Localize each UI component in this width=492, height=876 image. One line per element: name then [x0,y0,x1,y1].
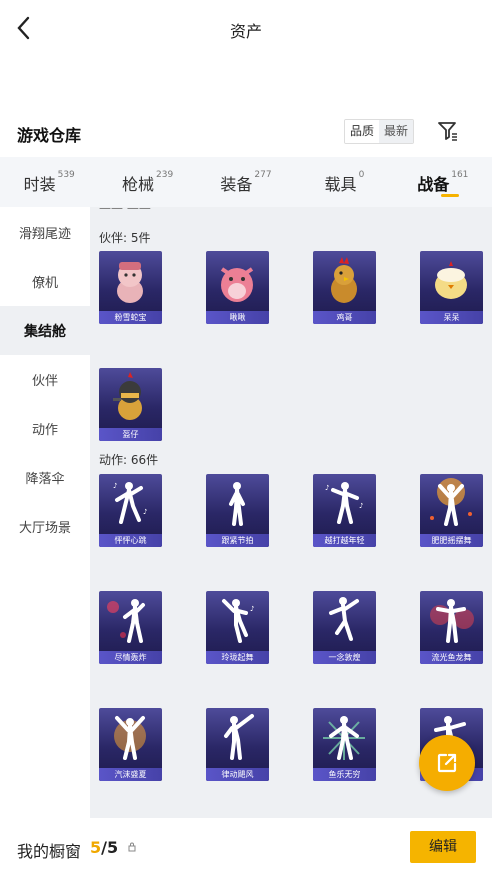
external-link-icon [437,753,457,773]
item-name: 尽情轰炸 [99,651,162,664]
item-name: 肥肥摇摆舞 [420,534,483,547]
partner-helmet-duck-figure [113,372,142,420]
svg-text:♪: ♪ [143,508,147,516]
sort-latest-button[interactable]: 最新 [379,120,414,143]
item-card[interactable]: 尽情轰炸 [99,591,162,664]
sidebar-item-lobby-scene[interactable]: 大厅场景 [0,502,90,551]
tab-label: 枪械 [122,175,155,194]
dancer-silhouette [329,597,359,641]
tab-count: 239 [156,170,174,180]
cut-off-section-header: —— —— [99,207,151,215]
tab-count: 539 [57,170,75,180]
item-name: 怦怦心跳 [99,534,162,547]
tab-battle-gear[interactable]: 战备 161 [394,157,492,207]
sort-toggle: 品质 最新 [344,119,415,144]
dancer-silhouette: ♪♪ [325,482,363,524]
sidebar: 滑翔尾迹 僚机 集结舱 伙伴 动作 降落伞 大厅场景 [0,207,90,818]
item-card[interactable]: 盔仔 [99,368,162,441]
tab-count: 277 [254,170,272,180]
tab-label: 战备 [417,175,450,194]
category-tabs: 时装 539 枪械 239 装备 277 载具 0 战备 161 [0,157,492,207]
sidebar-item-partners[interactable]: 伙伴 [0,355,90,404]
partner-chicken-figure [331,257,357,303]
dancer-silhouette: ♪♪ [113,482,147,524]
item-name: 跟紧节拍 [206,534,269,547]
sidebar-item-assembly-pod[interactable]: 集结舱 [0,306,90,355]
item-card[interactable]: 呆呆 [420,251,483,324]
item-panel: —— —— 伙伴: 5件 粉雪蛇宝 啾啾 鸡哥 呆呆 盔仔 动作: 66件 ♪ ♪… [90,207,492,818]
tab-count: 0 [358,170,365,180]
item-card[interactable]: 跟紧节拍 [206,474,269,547]
item-name: 鱼乐无穷 [313,768,376,781]
item-card[interactable]: 律动飓风 [206,708,269,781]
item-card[interactable]: ♪ 玲珑起舞 [206,591,269,664]
dancer-silhouette [430,478,472,526]
filter-button[interactable] [436,119,460,143]
item-name: 越打越年轻 [313,534,376,547]
share-button[interactable] [419,735,475,791]
partner-pink-snake-figure [117,262,143,303]
tab-equipment[interactable]: 装备 277 [197,157,295,207]
edit-button[interactable]: 编辑 [410,831,476,863]
partner-pink-bird-figure [220,267,254,302]
partner-chick-figure [435,261,467,299]
item-name: 啾啾 [206,311,269,324]
warehouse-title: 游戏仓库 [17,126,82,145]
item-name: 汽沫盛夏 [99,768,162,781]
tab-vehicles[interactable]: 载具 0 [295,157,393,207]
item-card[interactable]: ♪ ♪ 怦怦心跳 [99,474,162,547]
page-title: 资产 [229,22,262,41]
sidebar-item-wingman[interactable]: 僚机 [0,257,90,306]
lock-icon [128,842,136,852]
tab-label: 时装 [23,175,56,194]
item-name: 鸡哥 [313,311,376,324]
item-card[interactable]: 鸡哥 [313,251,376,324]
dancer-silhouette [430,599,474,643]
tab-count: 161 [451,170,469,180]
item-card[interactable]: 汽沫盛夏 [99,708,162,781]
tab-label: 载具 [324,175,357,194]
dancer-silhouette [229,482,245,526]
item-card[interactable]: 粉雪蛇宝 [99,251,162,324]
sidebar-item-glide-trail[interactable]: 滑翔尾迹 [0,208,90,257]
item-card[interactable]: 一念敦煌 [313,591,376,664]
item-name: 流光鱼龙舞 [420,651,483,664]
svg-text:♪: ♪ [250,605,254,613]
showcase-total: 5 [106,838,119,857]
item-name: 粉雪蛇宝 [99,311,162,324]
item-name: 盔仔 [99,428,162,441]
item-card[interactable]: ♪ ♪ 越打越年轻 [313,474,376,547]
item-card[interactable]: 啾啾 [206,251,269,324]
active-tab-indicator [440,194,459,197]
sidebar-item-actions[interactable]: 动作 [0,404,90,453]
item-name: 律动飓风 [206,768,269,781]
filter-icon [438,122,457,141]
partners-section-header: 伙伴: 5件 [99,231,151,245]
actions-section-header: 动作: 66件 [99,453,159,467]
tab-guns[interactable]: 枪械 239 [98,157,196,207]
svg-text:♪: ♪ [325,484,329,492]
dancer-silhouette [107,599,145,643]
showcase-count: 5/5 [90,838,118,857]
sidebar-item-parachute[interactable]: 降落伞 [0,453,90,502]
dancer-silhouette [114,716,146,760]
sort-quality-button[interactable]: 品质 [345,120,380,143]
item-card[interactable]: 流光鱼龙舞 [420,591,483,664]
dancer-silhouette: ♪ [222,599,254,643]
svg-text:♪: ♪ [359,502,363,510]
showcase-label: 我的橱窗 [17,842,82,861]
svg-text:♪: ♪ [113,482,117,490]
item-card[interactable]: 肥肥摇摆舞 [420,474,483,547]
dancer-silhouette [224,714,254,760]
item-name: 一念敦煌 [313,651,376,664]
tab-fashion[interactable]: 时装 539 [0,157,98,207]
item-name: 玲珑起舞 [206,651,269,664]
tab-label: 装备 [220,175,253,194]
item-name: 呆呆 [420,311,483,324]
showcase-current: 5 [90,838,102,857]
item-card[interactable]: 鱼乐无穷 [313,708,376,781]
dancer-silhouette [323,716,365,760]
